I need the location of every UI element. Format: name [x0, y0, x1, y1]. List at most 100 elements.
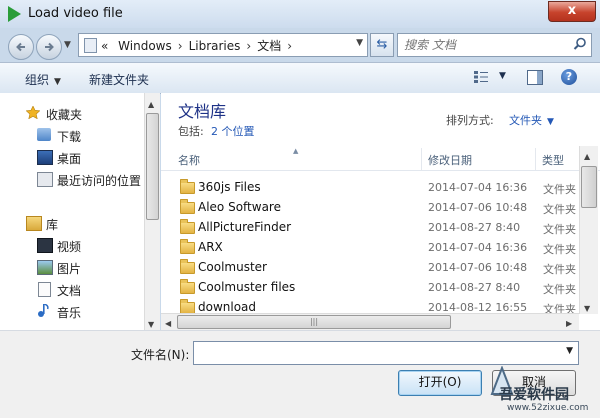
file-type: 文件夹: [543, 203, 576, 216]
breadcrumb: « Windows › Libraries › 文档 ›: [101, 37, 298, 54]
scroll-up-icon[interactable]: ▲: [148, 96, 154, 110]
nav-item-downloads[interactable]: 下载: [0, 125, 142, 145]
nav-item-recent-places[interactable]: 最近访问的位置: [0, 169, 142, 189]
folder-icon: [180, 239, 195, 254]
scroll-right-icon[interactable]: ▶: [566, 315, 572, 329]
breadcrumb-item[interactable]: Windows: [112, 39, 172, 53]
preview-pane-icon[interactable]: [527, 70, 543, 85]
nav-item-music[interactable]: 音乐: [0, 301, 142, 321]
file-list-scroll-thumb[interactable]: [581, 166, 597, 208]
filename-input[interactable]: [197, 344, 541, 362]
scroll-down-icon[interactable]: ▼: [584, 300, 590, 314]
desktop-icon: [37, 150, 53, 165]
column-header-type[interactable]: 类型: [542, 152, 564, 168]
column-divider[interactable]: [421, 148, 422, 170]
search-icon[interactable]: [573, 37, 587, 51]
refresh-button[interactable]: ⇆: [370, 33, 394, 57]
file-row[interactable]: Aleo Software 2014-07-06 10:48 文件夹: [161, 198, 579, 218]
back-arrow-icon: [16, 42, 25, 52]
video-library-icon: [37, 238, 53, 253]
recent-places-icon: [37, 172, 53, 187]
scroll-left-icon[interactable]: ◀: [165, 315, 171, 329]
arrange-by-value: 文件夹: [509, 114, 542, 127]
column-divider[interactable]: [535, 148, 536, 170]
file-name: AllPictureFinder: [198, 220, 292, 234]
arrange-by-dropdown[interactable]: 文件夹 ▼: [509, 112, 554, 128]
breadcrumb-item[interactable]: 文档: [257, 39, 281, 53]
nav-libraries-header[interactable]: 库: [0, 213, 142, 233]
search-box[interactable]: [397, 33, 592, 57]
chevron-down-icon[interactable]: ▼: [566, 346, 573, 356]
scroll-down-icon[interactable]: ▼: [148, 316, 154, 330]
app-play-icon: [8, 6, 21, 22]
organize-menu[interactable]: 组织 ▼: [25, 71, 61, 88]
file-name: 360js Files: [198, 180, 261, 194]
file-name: ARX: [198, 240, 223, 254]
nav-item-documents[interactable]: 文档: [0, 279, 142, 299]
window-title: Load video file: [28, 6, 123, 21]
arrange-by-label: 排列方式:: [446, 114, 494, 127]
close-button[interactable]: x: [548, 1, 596, 22]
file-name: download: [198, 300, 257, 313]
file-type: 文件夹: [543, 283, 576, 296]
library-folder-icon: [26, 216, 42, 231]
breadcrumb-item[interactable]: Libraries: [189, 39, 241, 53]
picture-library-icon: [37, 260, 53, 275]
file-row[interactable]: 360js Files 2014-07-04 16:36 文件夹: [161, 178, 579, 198]
open-button[interactable]: 打开(O): [398, 370, 482, 396]
breadcrumb-overflow[interactable]: «: [101, 39, 108, 53]
scroll-up-icon[interactable]: ▲: [584, 148, 590, 162]
back-button[interactable]: [8, 34, 34, 60]
horizontal-scroll-thumb[interactable]: |||: [177, 315, 451, 329]
file-row[interactable]: ARX 2014-07-04 16:36 文件夹: [161, 238, 579, 258]
filename-label: 文件名(N):: [131, 348, 190, 362]
file-row[interactable]: download 2014-08-12 16:55 文件夹: [161, 298, 579, 313]
navigation-pane: 收藏夹 下载 桌面 最近访问的位置 库 视频 图片 文档 音乐: [0, 93, 160, 330]
recent-pages-dropdown-icon[interactable]: ▼: [64, 40, 71, 50]
nav-item-videos[interactable]: 视频: [0, 235, 142, 255]
folder-icon: [180, 279, 195, 294]
downloads-icon: [37, 128, 51, 141]
folder-icon: [180, 299, 195, 313]
chevron-down-icon: ▼: [54, 77, 61, 87]
breadcrumb-separator-icon[interactable]: ›: [172, 39, 189, 53]
column-header-date[interactable]: 修改日期: [428, 152, 472, 168]
nav-item-label: 音乐: [57, 306, 82, 320]
search-input[interactable]: [402, 36, 566, 54]
library-includes-label: 包括:: [178, 125, 204, 138]
organize-label: 组织: [25, 73, 50, 87]
file-row[interactable]: Coolmuster 2014-07-06 10:48 文件夹: [161, 258, 579, 278]
watermark-url: www.52zixue.com: [507, 403, 589, 413]
navigation-scroll-thumb[interactable]: [146, 113, 159, 220]
address-dropdown-icon[interactable]: ▼: [356, 38, 363, 48]
file-row[interactable]: AllPictureFinder 2014-08-27 8:40 文件夹: [161, 218, 579, 238]
address-bar[interactable]: « Windows › Libraries › 文档 › ▼: [78, 33, 368, 57]
file-date: 2014-07-04 16:36: [428, 181, 528, 194]
view-options-dropdown-icon[interactable]: ▼: [499, 71, 506, 81]
nav-favorites-header[interactable]: 收藏夹: [0, 103, 142, 123]
nav-item-label: 下载: [57, 130, 82, 144]
filename-combobox[interactable]: ▼: [193, 341, 579, 365]
file-type: 文件夹: [543, 183, 576, 196]
watermark: 吾爱软件园 www.52zixue.com: [487, 364, 597, 416]
music-note-icon: [38, 304, 49, 317]
breadcrumb-separator-icon[interactable]: ›: [240, 39, 257, 53]
library-locations-link[interactable]: 2 个位置: [211, 123, 255, 139]
file-name: Coolmuster files: [198, 280, 296, 294]
nav-item-desktop[interactable]: 桌面: [0, 147, 142, 167]
folder-location-icon: [84, 38, 97, 53]
file-row[interactable]: Coolmuster files 2014-08-27 8:40 文件夹: [161, 278, 579, 298]
nav-item-label: 视频: [57, 240, 82, 254]
change-view-icon[interactable]: [474, 71, 488, 83]
file-type: 文件夹: [543, 243, 576, 256]
new-folder-button[interactable]: 新建文件夹: [89, 71, 149, 88]
file-date: 2014-07-06 10:48: [428, 261, 528, 274]
nav-item-pictures[interactable]: 图片: [0, 257, 142, 277]
help-icon[interactable]: ?: [561, 69, 577, 85]
nav-item-label: 桌面: [57, 152, 82, 166]
breadcrumb-separator-icon[interactable]: ›: [281, 39, 298, 53]
forward-button[interactable]: [36, 34, 62, 60]
nav-libraries-label: 库: [46, 218, 59, 232]
file-type: 文件夹: [543, 303, 576, 313]
column-header-name[interactable]: 名称: [178, 152, 200, 168]
